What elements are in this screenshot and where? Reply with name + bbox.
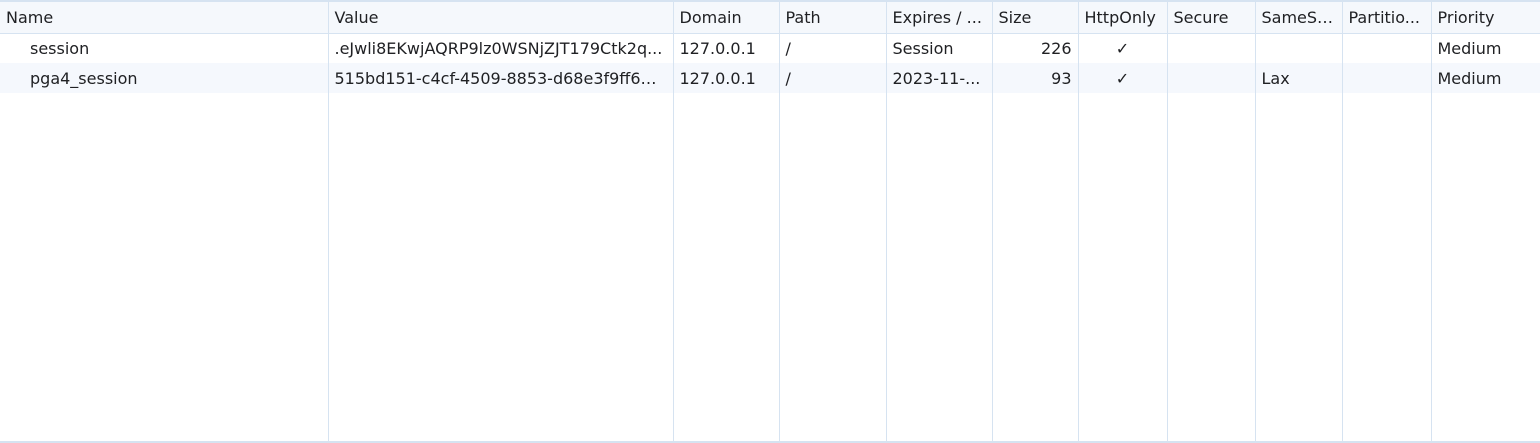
cell-domain: 127.0.0.1 xyxy=(672,63,779,93)
column-header-path[interactable]: Path xyxy=(778,2,886,34)
filler-cell xyxy=(1254,93,1342,441)
cell-path: / xyxy=(778,33,886,63)
cell-secure xyxy=(1166,33,1255,63)
cell-secure xyxy=(1166,63,1255,93)
filler-cell xyxy=(991,93,1078,441)
column-header-name[interactable]: Name xyxy=(0,2,328,34)
cell-expires: 2023-11-... xyxy=(885,63,992,93)
cell-partition-key xyxy=(1341,33,1431,63)
filler-cell xyxy=(0,93,328,441)
cell-size: 93 xyxy=(991,63,1078,93)
cell-name: session xyxy=(30,38,90,58)
empty-grid-area xyxy=(0,93,1540,441)
cell-value: .eJwli8EKwjAQRP9lz0WSNjZJT179Ctk2q... xyxy=(327,33,673,63)
column-header-domain[interactable]: Domain xyxy=(672,2,779,34)
cell-name: pga4_session xyxy=(0,63,328,93)
column-header-value[interactable]: Value xyxy=(327,2,673,34)
column-header-partition-key[interactable]: Partitio... xyxy=(1341,2,1431,34)
column-header-size[interactable]: Size xyxy=(991,2,1078,34)
filler-cell xyxy=(1341,93,1431,441)
filler-cell xyxy=(885,93,992,441)
cell-priority: Medium xyxy=(1430,33,1540,63)
filler-cell xyxy=(1430,93,1540,441)
header-row: Name Value Domain Path Expires / ... Siz… xyxy=(0,2,1540,34)
column-header-samesite[interactable]: SameSite xyxy=(1254,2,1342,34)
cell-domain: 127.0.0.1 xyxy=(672,33,779,63)
cell-priority: Medium xyxy=(1430,63,1540,93)
column-header-httponly[interactable]: HttpOnly xyxy=(1077,2,1167,34)
cell-path: / xyxy=(778,63,886,93)
cell-samesite: Lax xyxy=(1254,63,1342,93)
cell-samesite xyxy=(1254,33,1342,63)
column-header-expires[interactable]: Expires / ... xyxy=(885,2,992,34)
table-row[interactable]: pga4_session 515bd151-c4cf-4509-8853-d68… xyxy=(0,63,1540,93)
column-header-priority[interactable]: Priority xyxy=(1430,2,1540,34)
filler-cell xyxy=(1077,93,1167,441)
cookies-grid: Name Value Domain Path Expires / ... Siz… xyxy=(0,2,1540,441)
cell-httponly: ✓ xyxy=(1077,63,1167,93)
filler-cell xyxy=(778,93,886,441)
cookies-table: Name Value Domain Path Expires / ... Siz… xyxy=(0,0,1540,443)
filler-cell xyxy=(672,93,779,441)
cell-value: 515bd151-c4cf-4509-8853-d68e3f9ff65f... xyxy=(327,63,673,93)
cell-partition-key xyxy=(1341,63,1431,93)
filler-cell xyxy=(327,93,673,441)
filler-cell xyxy=(1166,93,1255,441)
cell-expires: Session xyxy=(885,33,992,63)
table-row[interactable]: session .eJwli8EKwjAQRP9lz0WSNjZJT179Ctk… xyxy=(0,33,1540,63)
column-header-secure[interactable]: Secure xyxy=(1166,2,1255,34)
cell-size: 226 xyxy=(991,33,1078,63)
cell-httponly: ✓ xyxy=(1077,33,1167,63)
